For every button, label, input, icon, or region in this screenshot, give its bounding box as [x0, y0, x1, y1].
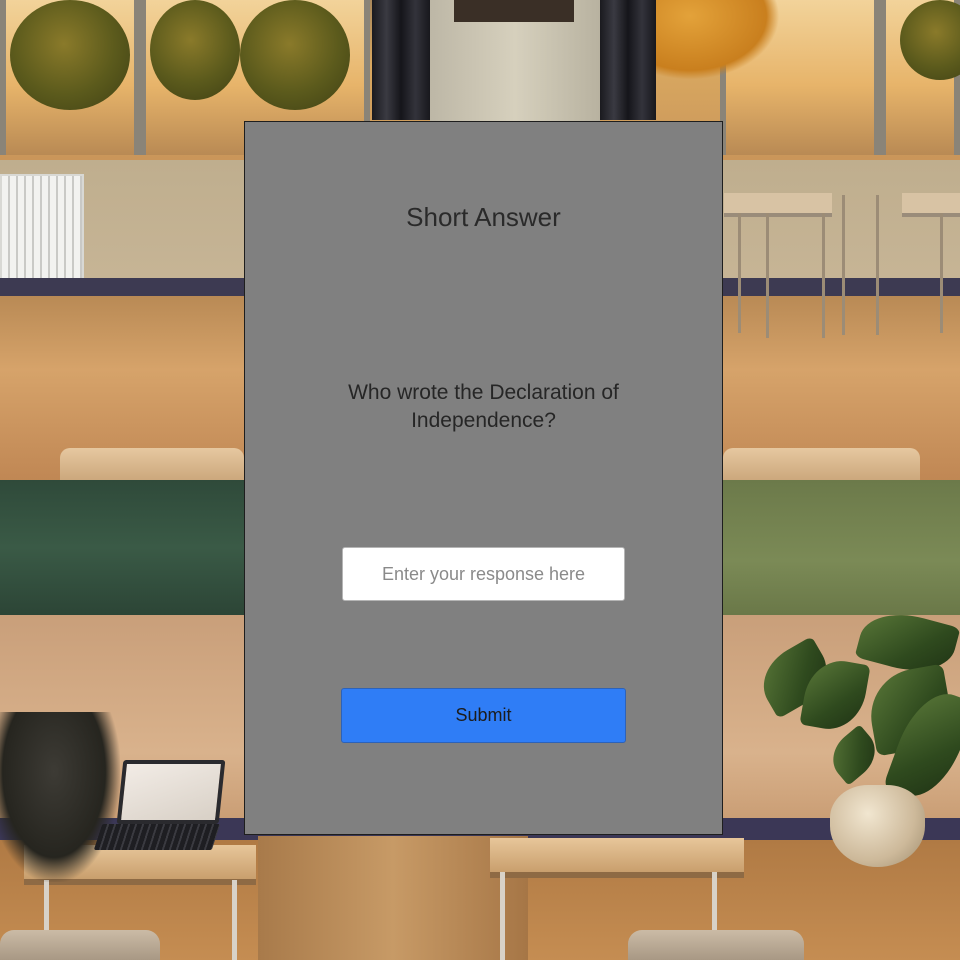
poster	[454, 0, 574, 22]
desk-leg	[766, 213, 769, 338]
desk-top	[60, 448, 244, 482]
student-desk	[902, 193, 960, 217]
chair-leg	[842, 195, 845, 335]
desk-leg	[232, 880, 237, 960]
tree	[150, 0, 240, 100]
curtain	[372, 0, 430, 120]
response-input[interactable]	[342, 547, 625, 601]
chair	[0, 930, 160, 960]
desk-leg	[738, 213, 741, 333]
panel-title: Short Answer	[406, 202, 561, 232]
question-text: Who wrote the Declaration of Independenc…	[348, 381, 619, 432]
curtain	[600, 0, 656, 120]
radiator	[0, 174, 84, 288]
chair	[628, 930, 804, 960]
laptop-screen	[116, 760, 226, 824]
bulletin-board	[723, 480, 960, 615]
submit-button[interactable]: Submit	[341, 688, 626, 743]
laptop-keyboard	[93, 824, 221, 850]
monster-figurine	[0, 712, 120, 882]
teacher-podium	[258, 836, 528, 960]
desk-leg	[500, 872, 505, 960]
classroom-scene: Short Answer Who wrote the Declaration o…	[0, 0, 960, 960]
desk-top	[723, 448, 920, 482]
desk-leg	[822, 213, 825, 338]
chair-leg	[876, 195, 879, 335]
tree	[10, 0, 130, 110]
short-answer-panel: Short Answer Who wrote the Declaration o…	[244, 121, 723, 835]
tree	[240, 0, 350, 110]
desk-leg	[940, 213, 943, 333]
student-desk	[490, 838, 744, 878]
plant-pot	[830, 785, 925, 867]
